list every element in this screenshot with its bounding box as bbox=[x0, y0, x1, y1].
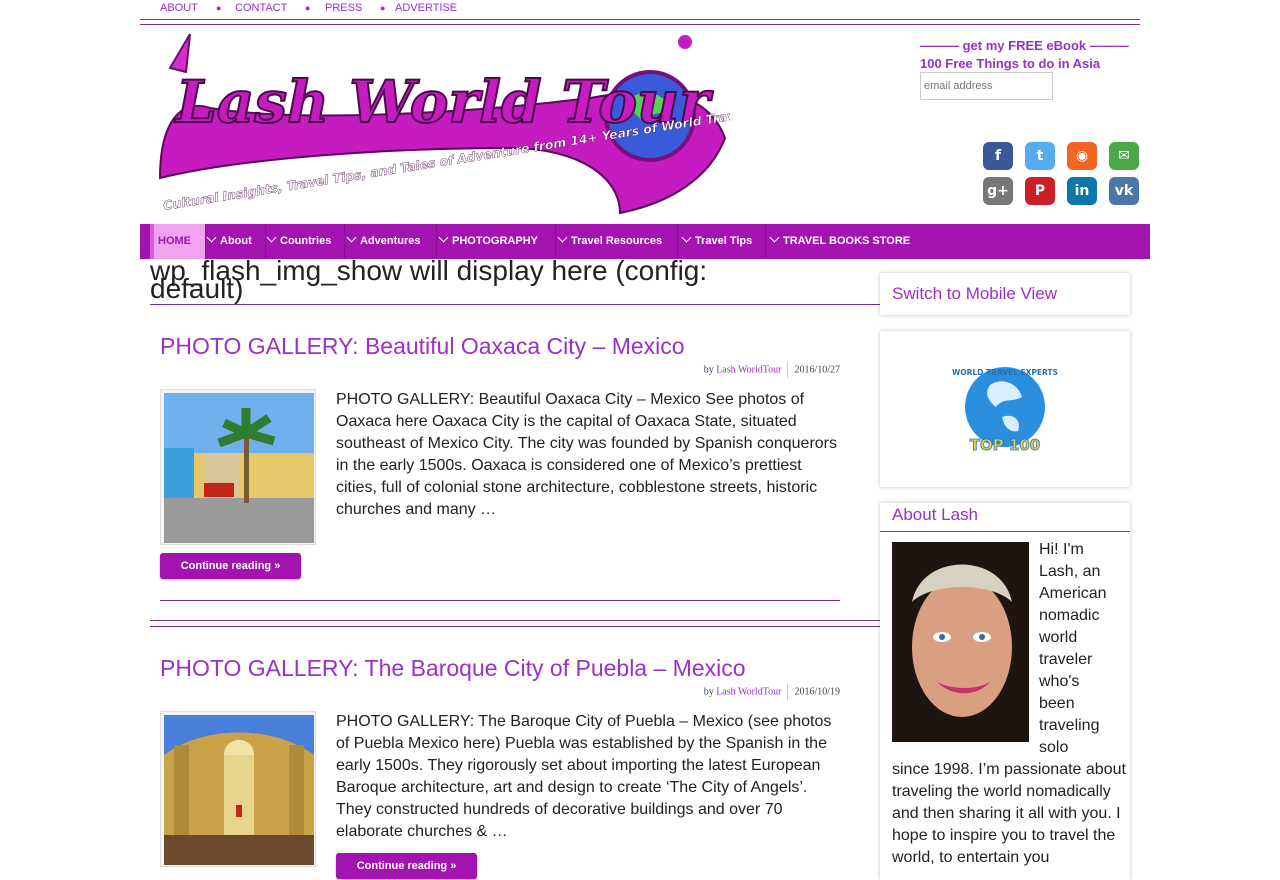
nav-item-label: PHOTOGRAPHY bbox=[452, 235, 538, 247]
vk-icon[interactable]: vk bbox=[1109, 177, 1139, 205]
email-input[interactable] bbox=[920, 72, 1053, 100]
nav-item-label: Countries bbox=[280, 235, 332, 247]
top100-badge-widget: WORLD TRAVEL EXPERTS TOP 100 bbox=[880, 331, 1130, 487]
post-meta: by Lash WorldTour 2016/10/19 bbox=[704, 684, 840, 700]
post-divider bbox=[150, 620, 880, 621]
post-thumbnail[interactable] bbox=[160, 389, 316, 545]
nav-item-label: Adventures bbox=[360, 235, 421, 247]
post-author-link[interactable]: Lash WorldTour bbox=[716, 364, 781, 375]
linkedin-icon[interactable]: in bbox=[1067, 177, 1097, 205]
badge-line2: TOP 100 bbox=[970, 436, 1041, 454]
chevron-down-icon bbox=[438, 232, 449, 243]
nav-item-adventures[interactable]: Adventures bbox=[342, 224, 437, 259]
flash-image-notice: wp_flash_img_show will display here (con… bbox=[150, 255, 708, 304]
post-meta: by Lash WorldTour 2016/10/27 bbox=[704, 362, 840, 378]
chevron-down-icon bbox=[266, 232, 277, 243]
post-divider bbox=[160, 600, 840, 601]
post-excerpt: PHOTO GALLERY: The Baroque City of Puebl… bbox=[336, 713, 832, 840]
chevron-down-icon bbox=[346, 232, 357, 243]
email-icon[interactable]: ✉ bbox=[1109, 142, 1139, 170]
chevron-down-icon bbox=[206, 232, 217, 243]
post-excerpt: PHOTO GALLERY: Beautiful Oaxaca City – M… bbox=[336, 391, 838, 518]
ebook-heading: ——— get my FREE eBook ——— bbox=[920, 38, 1129, 53]
top-link-about[interactable]: ABOUT bbox=[160, 2, 198, 14]
badge-line1: WORLD TRAVEL EXPERTS bbox=[952, 368, 1058, 377]
top-link-advertise[interactable]: ADVERTISE bbox=[395, 2, 457, 14]
mobile-view-widget: Switch to Mobile View bbox=[880, 273, 1130, 315]
header-divider bbox=[140, 19, 1140, 20]
nav-item-travel-resources[interactable]: Travel Resources bbox=[553, 224, 678, 259]
chevron-down-icon bbox=[681, 232, 692, 243]
puebla-photo bbox=[164, 715, 314, 865]
oaxaca-photo bbox=[164, 393, 314, 543]
switch-mobile-view-link[interactable]: Switch to Mobile View bbox=[892, 284, 1057, 304]
meta-separator bbox=[787, 362, 789, 378]
post-title[interactable]: PHOTO GALLERY: Beautiful Oaxaca City – M… bbox=[160, 333, 685, 360]
post-date: 2016/10/27 bbox=[794, 364, 840, 376]
top-link-contact[interactable]: CONTACT bbox=[235, 2, 287, 14]
nav-item-label: Travel Resources bbox=[571, 235, 663, 247]
pinterest-icon[interactable]: P bbox=[1025, 177, 1055, 205]
post-title[interactable]: PHOTO GALLERY: The Baroque City of Puebl… bbox=[160, 655, 746, 682]
logo-graphic: Lash World Tour Cultural Insights, Trave… bbox=[158, 33, 753, 215]
continue-reading-button[interactable]: Continue reading » bbox=[336, 853, 477, 879]
meta-separator bbox=[787, 684, 789, 700]
about-text: since 1998. I’m passionate about traveli… bbox=[892, 761, 1126, 866]
author-photo bbox=[892, 542, 1029, 742]
ebook-title: 100 Free Things to do in Asia bbox=[920, 56, 1101, 71]
nav-item-label: About bbox=[220, 235, 252, 247]
continue-reading-button[interactable]: Continue reading » bbox=[160, 553, 301, 579]
chevron-down-icon bbox=[769, 232, 780, 243]
post-by-label: by bbox=[703, 686, 714, 698]
top-link-press[interactable]: PRESS bbox=[325, 2, 362, 14]
post-date: 2016/10/19 bbox=[794, 686, 840, 698]
post-by-label: by bbox=[703, 364, 714, 376]
about-title: About Lash bbox=[892, 505, 979, 524]
googleplus-icon[interactable]: g+ bbox=[983, 177, 1013, 205]
nav-item-travel-books-store[interactable]: TRAVEL BOOKS STORE bbox=[765, 224, 929, 259]
content-divider bbox=[150, 304, 880, 305]
nav-item-travel-tips[interactable]: Travel Tips bbox=[677, 224, 766, 259]
header-divider bbox=[140, 24, 1140, 25]
world-travel-experts-badge[interactable]: WORLD TRAVEL EXPERTS TOP 100 bbox=[952, 357, 1058, 463]
post-divider bbox=[150, 626, 880, 627]
nav-item-countries[interactable]: Countries bbox=[262, 224, 345, 259]
nav-item-label: TRAVEL BOOKS STORE bbox=[783, 235, 911, 247]
facebook-icon[interactable]: f bbox=[983, 142, 1013, 170]
nav-item-about[interactable]: About bbox=[202, 224, 266, 259]
rss-icon[interactable]: ◉ bbox=[1067, 142, 1097, 170]
separator-dot: ● bbox=[380, 3, 386, 13]
about-title-divider bbox=[880, 531, 1130, 532]
nav-item-label: HOME bbox=[158, 235, 191, 247]
about-text: Hi! I'm Lash, an American nomadic world … bbox=[1039, 541, 1107, 756]
separator-dot: ● bbox=[216, 3, 222, 13]
about-lash-widget: About Lash Hi! I'm Lash, an American nom… bbox=[880, 503, 1130, 880]
twitter-icon[interactable]: t bbox=[1025, 142, 1055, 170]
post-author-link[interactable]: Lash WorldTour bbox=[716, 686, 781, 697]
site-logo[interactable]: Lash World Tour Cultural Insights, Trave… bbox=[150, 28, 753, 220]
main-nav: HOME About Countries Adventures PHOTOGRA… bbox=[140, 224, 1150, 259]
post-thumbnail[interactable] bbox=[160, 711, 316, 867]
nav-item-photography[interactable]: PHOTOGRAPHY bbox=[434, 224, 556, 259]
separator-dot: ● bbox=[305, 3, 311, 13]
nav-item-home[interactable]: HOME bbox=[150, 224, 206, 259]
chevron-down-icon bbox=[557, 232, 568, 243]
nav-item-label: Travel Tips bbox=[695, 235, 753, 247]
